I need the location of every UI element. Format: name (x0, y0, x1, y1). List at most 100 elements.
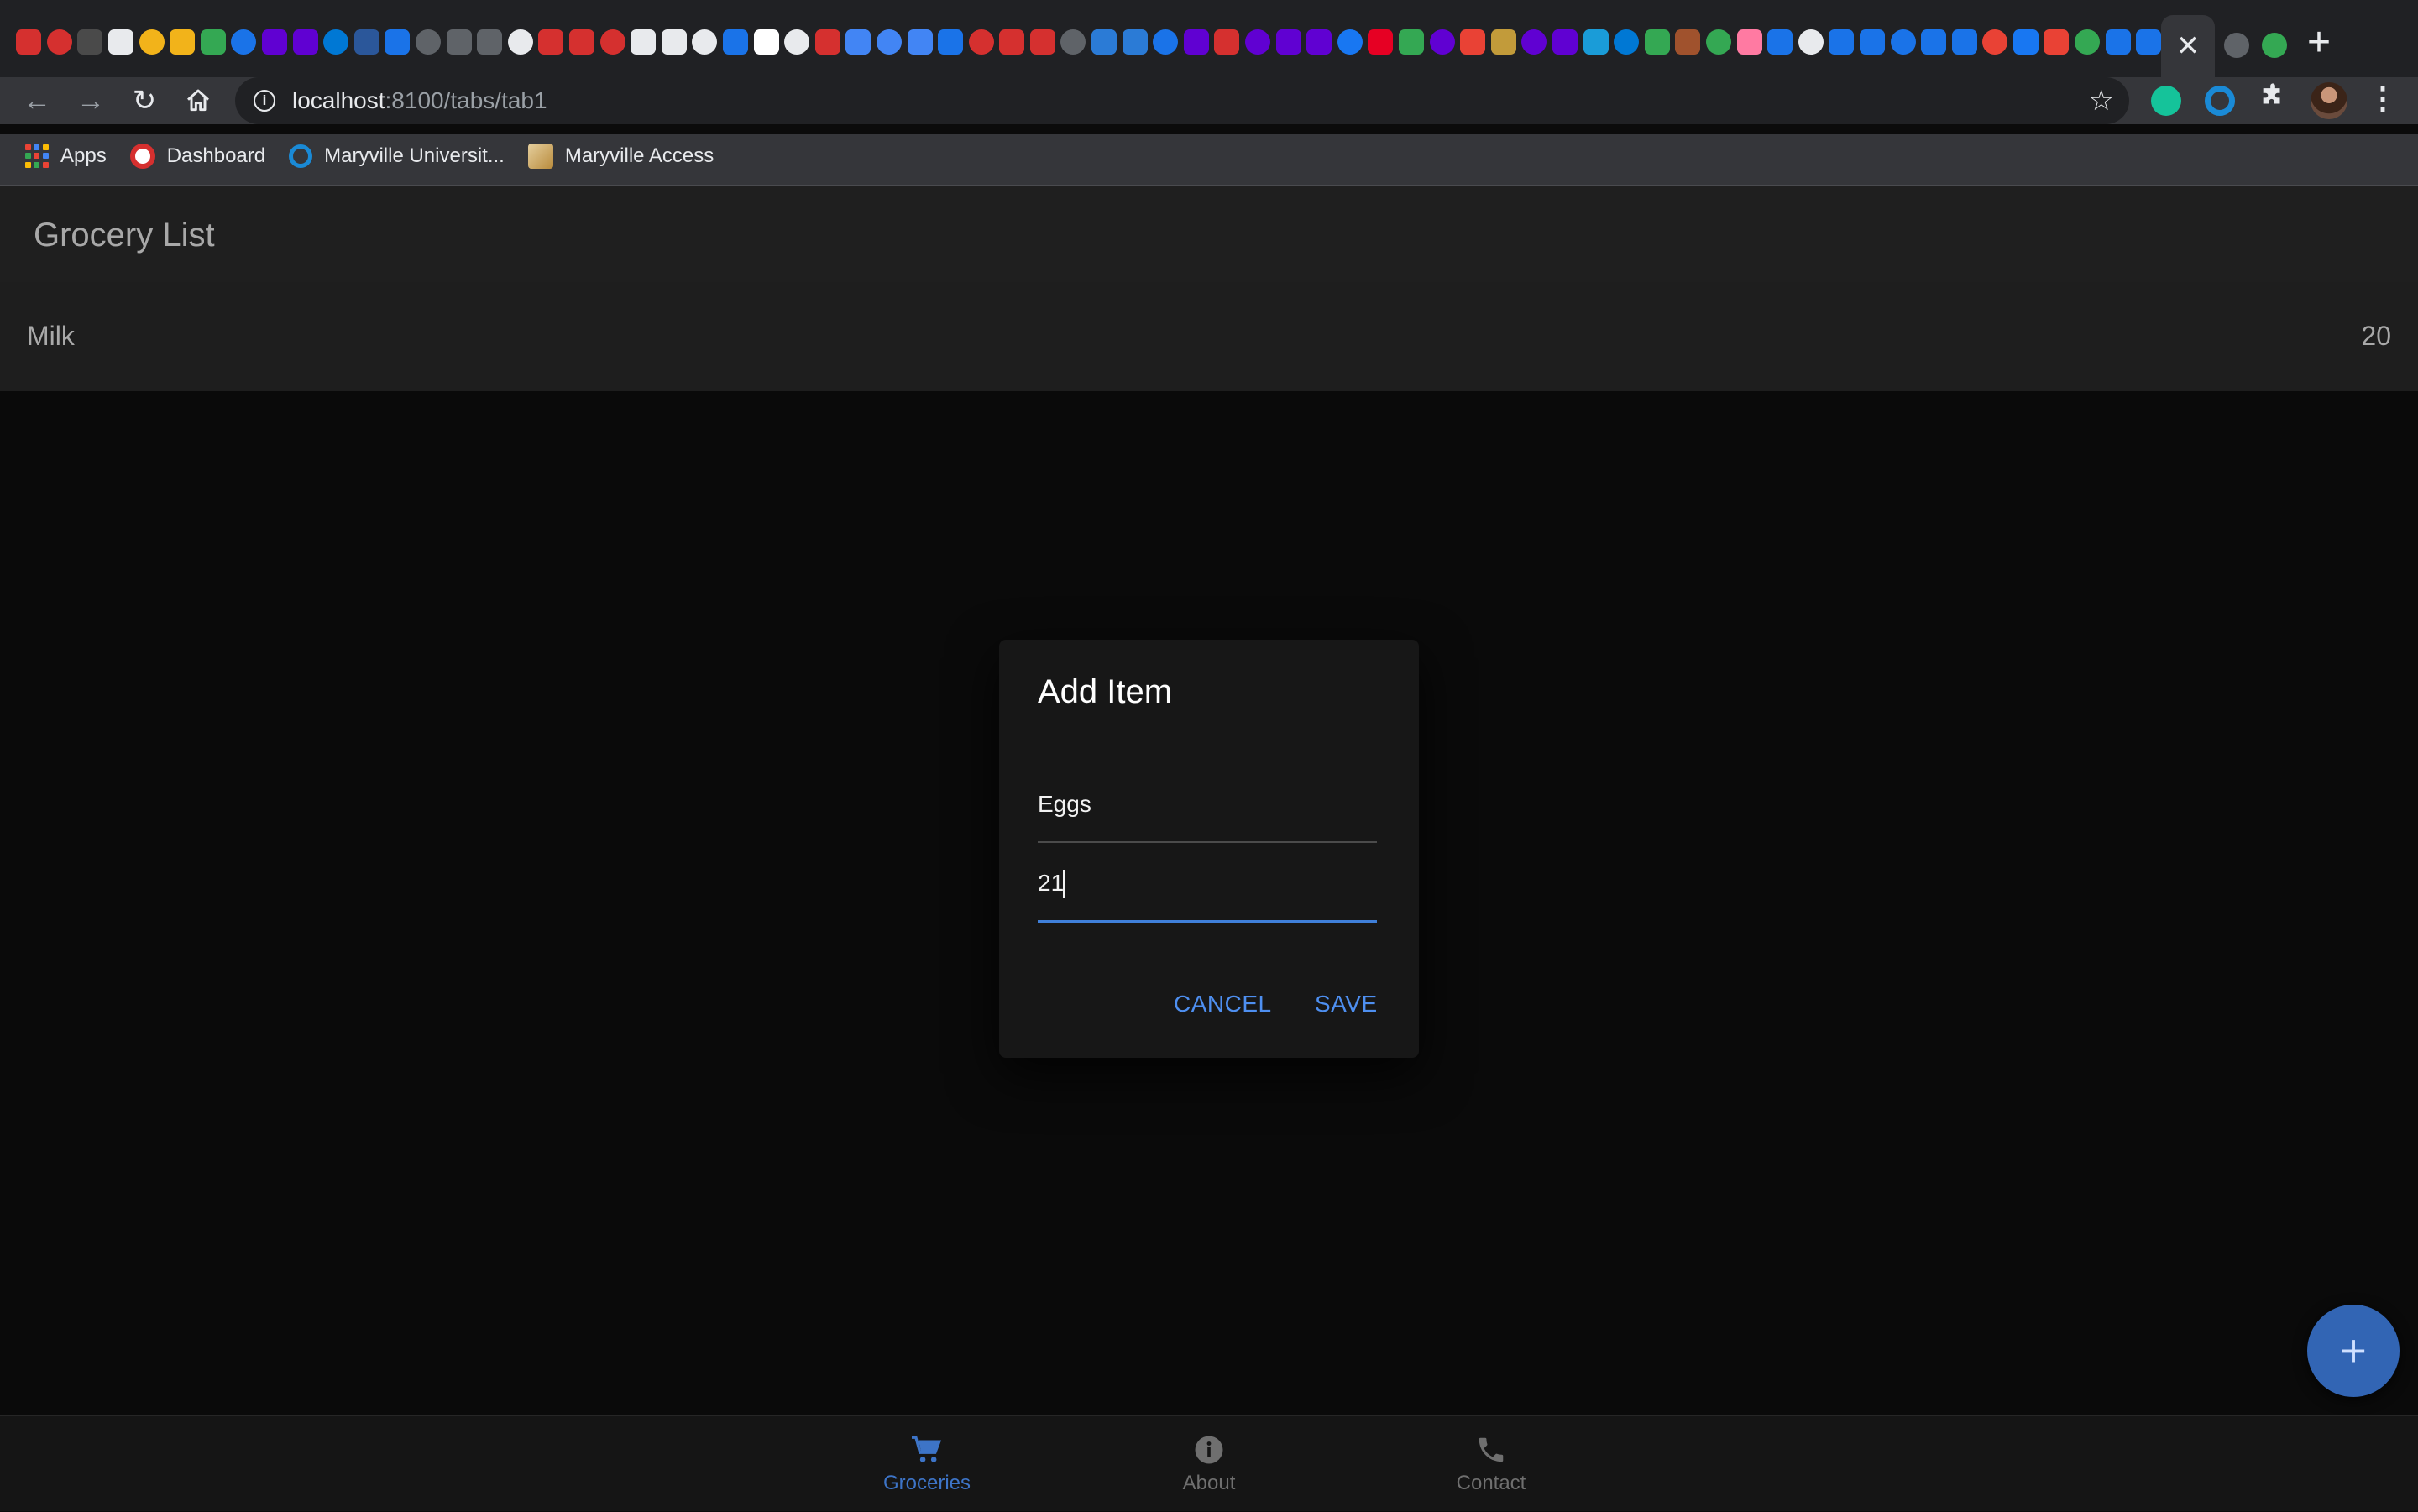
list-item[interactable]: Milk 20 (0, 282, 2418, 391)
tab-favicon[interactable] (720, 22, 751, 62)
tab-favicon[interactable] (1150, 22, 1181, 62)
bookmark-maryville-university[interactable]: Maryville Universit... (289, 144, 505, 168)
tab-favicon[interactable] (1550, 22, 1581, 62)
tab-favicon[interactable] (1980, 22, 2011, 62)
tab-favicon[interactable] (935, 22, 966, 62)
tab-favicon[interactable] (1734, 22, 1765, 62)
tab-favicon[interactable] (1765, 22, 1796, 62)
tab-favicon[interactable] (2222, 25, 2253, 65)
tab-favicon[interactable] (1028, 22, 1059, 62)
add-item-fab[interactable]: + (2307, 1305, 2400, 1397)
tab-favicon[interactable] (474, 22, 505, 62)
item-quantity-field[interactable] (1038, 866, 1377, 923)
tab-favicon[interactable] (2041, 22, 2072, 62)
tab-favicon[interactable] (352, 22, 383, 62)
save-button[interactable]: SAVE (1315, 991, 1378, 1018)
tab-groceries[interactable]: Groceries (843, 1416, 1011, 1512)
tab-favicon[interactable] (1365, 22, 1396, 62)
tab-favicon[interactable] (1672, 22, 1704, 62)
bookmark-dashboard[interactable]: Dashboard (129, 144, 265, 169)
item-name-input[interactable] (1038, 787, 1377, 821)
active-browser-tab[interactable]: ✕ (2161, 15, 2215, 77)
close-tab-icon[interactable]: ✕ (2176, 32, 2201, 60)
tab-favicon[interactable] (1519, 22, 1550, 62)
url-text[interactable]: localhost:8100/tabs/tab1 (292, 87, 547, 114)
tab-favicon[interactable] (106, 22, 137, 62)
tab-favicon[interactable] (2072, 22, 2103, 62)
extensions-puzzle-icon[interactable] (2258, 82, 2287, 118)
tab-favicon[interactable] (382, 22, 413, 62)
home-icon[interactable] (175, 77, 222, 124)
tab-favicon[interactable] (874, 22, 905, 62)
tab-favicon[interactable] (1243, 22, 1274, 62)
address-bar[interactable]: i localhost:8100/tabs/tab1 ☆ (235, 77, 2129, 124)
forward-icon[interactable]: → (67, 77, 114, 124)
item-quantity-input[interactable] (1038, 866, 1377, 900)
tab-favicon[interactable] (167, 22, 198, 62)
tab-favicon[interactable] (228, 22, 259, 62)
tab-favicon[interactable] (567, 22, 598, 62)
tab-favicon[interactable] (751, 22, 782, 62)
cancel-button[interactable]: CANCEL (1174, 991, 1272, 1018)
tab-favicon[interactable] (658, 22, 689, 62)
reload-icon[interactable]: ↻ (121, 77, 168, 124)
tab-favicon[interactable] (505, 22, 536, 62)
tab-favicon[interactable] (413, 22, 444, 62)
tab-favicon[interactable] (1181, 22, 1212, 62)
site-info-icon[interactable]: i (254, 90, 275, 112)
browser-menu-icon[interactable]: ⋮ (2368, 81, 2398, 116)
ring-extension-icon[interactable] (2205, 86, 2235, 116)
tab-favicon[interactable] (259, 22, 290, 62)
bookmark-star-icon[interactable]: ☆ (2089, 84, 2114, 118)
tab-favicon[interactable] (1641, 22, 1672, 62)
tab-favicon[interactable] (536, 22, 567, 62)
tab-favicon[interactable] (321, 22, 352, 62)
tab-favicon[interactable] (997, 22, 1028, 62)
tab-favicon[interactable] (2011, 22, 2042, 62)
tab-favicon[interactable] (1611, 22, 1642, 62)
tab-favicon[interactable] (1335, 22, 1366, 62)
tab-favicon[interactable] (1489, 22, 1520, 62)
tab-favicon[interactable] (136, 22, 167, 62)
item-name-field[interactable] (1038, 787, 1377, 843)
tab-favicon[interactable] (1580, 22, 1611, 62)
back-icon[interactable]: ← (13, 77, 60, 124)
tab-favicon[interactable] (1857, 22, 1888, 62)
tab-favicon[interactable] (1918, 22, 1950, 62)
tab-favicon[interactable] (1273, 22, 1304, 62)
tab-favicon[interactable] (904, 22, 935, 62)
tab-contact[interactable]: Contact (1407, 1416, 1575, 1512)
tab-favicon[interactable] (1795, 22, 1826, 62)
tab-favicon[interactable] (1426, 22, 1458, 62)
grammarly-extension-icon[interactable] (2151, 86, 2181, 116)
tab-favicon[interactable] (1119, 22, 1150, 62)
tab-favicon[interactable] (1887, 22, 1918, 62)
tab-favicon[interactable] (2102, 22, 2133, 62)
tab-favicon[interactable] (2133, 22, 2164, 62)
tab-favicon[interactable] (2259, 25, 2290, 65)
tab-favicon[interactable] (44, 22, 76, 62)
tab-favicon[interactable] (966, 22, 997, 62)
tab-favicon[interactable] (1058, 22, 1089, 62)
tab-favicon[interactable] (290, 22, 321, 62)
tab-favicon[interactable] (75, 22, 106, 62)
tab-favicon[interactable] (689, 22, 720, 62)
tab-favicon[interactable] (812, 22, 843, 62)
tab-favicon[interactable] (843, 22, 874, 62)
tab-favicon[interactable] (1304, 22, 1335, 62)
new-tab-icon[interactable]: + (2294, 17, 2344, 67)
tab-favicon[interactable] (1396, 22, 1427, 62)
tab-favicon[interactable] (1826, 22, 1857, 62)
bookmark-maryville-access[interactable]: Maryville Access (527, 144, 714, 169)
tab-favicon[interactable] (1458, 22, 1489, 62)
tab-favicon[interactable] (1212, 22, 1243, 62)
tab-favicon[interactable] (198, 22, 229, 62)
tab-favicon[interactable] (13, 22, 44, 62)
tab-about[interactable]: About (1125, 1416, 1293, 1512)
tab-favicon[interactable] (1704, 22, 1735, 62)
tab-favicon[interactable] (1089, 22, 1120, 62)
profile-avatar[interactable] (2311, 82, 2347, 119)
tab-favicon[interactable] (782, 22, 813, 62)
tab-favicon[interactable] (597, 22, 628, 62)
tab-favicon[interactable] (628, 22, 659, 62)
